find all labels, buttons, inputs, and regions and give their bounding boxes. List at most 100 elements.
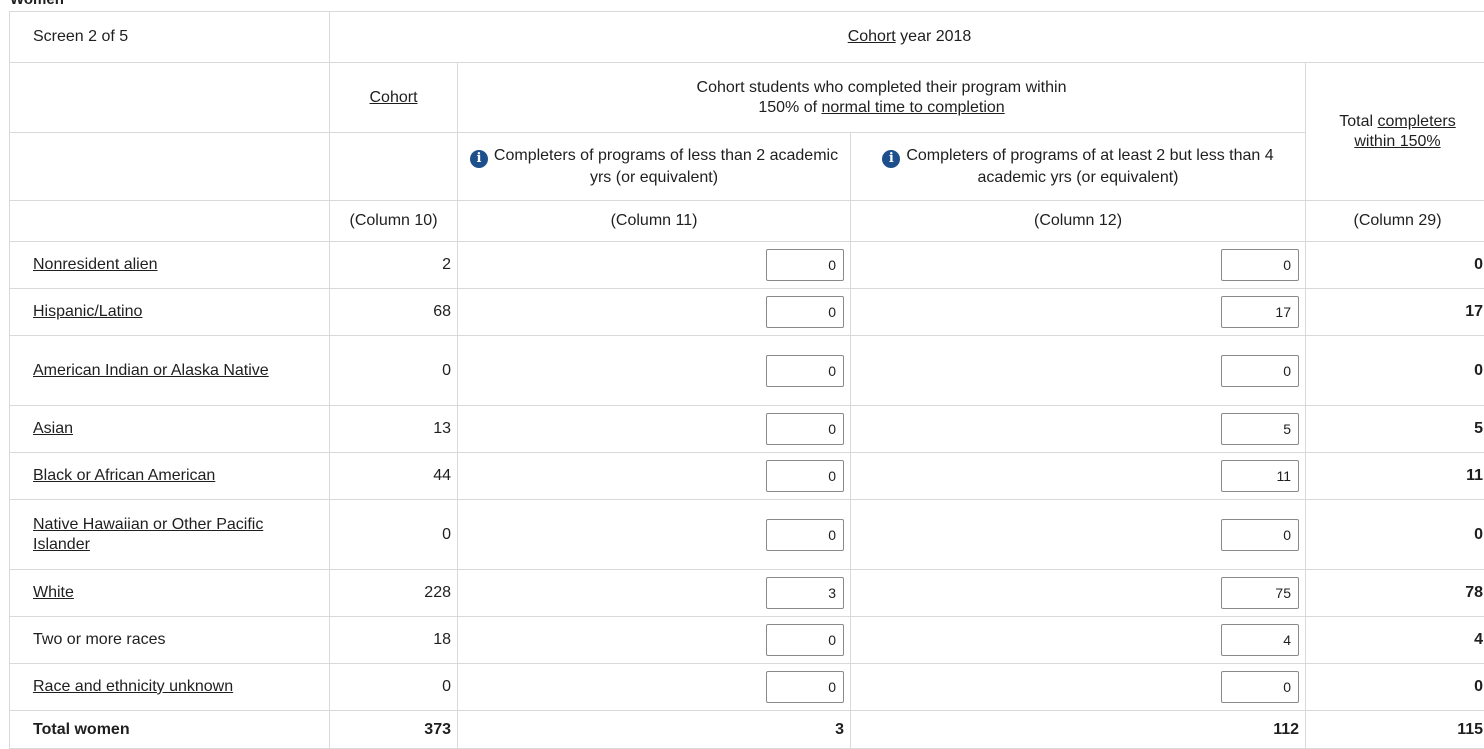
column-12-input[interactable]	[1221, 460, 1299, 492]
column-11-cell	[457, 405, 851, 453]
column-11-cell	[457, 663, 851, 711]
total-value: 4	[1304, 616, 1484, 664]
column-11-cell	[457, 241, 851, 289]
cohort-year-header: Cohort year 2018	[328, 11, 1484, 63]
column-11-input[interactable]	[766, 624, 844, 656]
empty-header-cell	[9, 200, 330, 242]
table-row: American Indian or Alaska Native 0 0	[9, 335, 1484, 406]
row-label-cell: White	[9, 569, 330, 617]
column-11-cell	[457, 335, 851, 406]
column-12-cell	[850, 499, 1306, 570]
cohort-value: 68	[329, 288, 458, 336]
row-label-cell: Asian	[9, 405, 330, 453]
total-value: 11	[1304, 452, 1484, 500]
race-ethnicity-label[interactable]: Race and ethnicity unknown	[33, 678, 233, 695]
column-11-input[interactable]	[766, 671, 844, 703]
completed-line-1: Cohort students who completed their prog…	[696, 78, 1067, 96]
race-ethnicity-label[interactable]: White	[33, 584, 74, 601]
column-12-cell	[850, 616, 1306, 664]
race-ethnicity-label[interactable]: Asian	[33, 420, 73, 437]
info-icon[interactable]: i	[882, 149, 901, 168]
total-value: 0	[1304, 335, 1484, 406]
table-row: Nonresident alien 2 0	[9, 241, 1484, 289]
cohort-value: 44	[329, 452, 458, 500]
cohort-link[interactable]: Cohort	[848, 28, 896, 45]
column-12-cell	[850, 405, 1306, 453]
cohort-value: 13	[329, 405, 458, 453]
column-11-cell	[457, 499, 851, 570]
race-ethnicity-label[interactable]: Native Hawaiian or Other Pacific Islande…	[33, 516, 263, 553]
column-29-label: (Column 29)	[1304, 200, 1484, 242]
section-title: Women	[10, 0, 64, 8]
cohort-value: 0	[329, 499, 458, 570]
total-value: 0	[1304, 663, 1484, 711]
cohort-value: 0	[329, 663, 458, 711]
less-than-2-label: Completers of programs of less than 2 ac…	[493, 146, 839, 186]
total-value: 0	[1304, 241, 1484, 289]
column-10-label: (Column 10)	[329, 200, 458, 242]
empty-header-cell	[329, 132, 458, 201]
within-150-link[interactable]: within 150%	[1354, 133, 1440, 150]
column-11-cell	[457, 569, 851, 617]
cohort-col-header: Cohort	[329, 62, 458, 133]
2-to-4-header: i Completers of programs of at least 2 bu…	[850, 132, 1306, 201]
row-label-cell: American Indian or Alaska Native	[9, 335, 330, 406]
column-12-cell	[850, 452, 1306, 500]
column-11-input[interactable]	[766, 577, 844, 609]
column-12-input[interactable]	[1221, 249, 1299, 281]
table-row: Two or more races 18 4	[9, 616, 1484, 664]
column-11-cell	[457, 288, 851, 336]
race-ethnicity-label[interactable]: Black or African American	[33, 467, 215, 484]
cohort-value: 0	[329, 335, 458, 406]
table-row: Race and ethnicity unknown 0 0	[9, 663, 1484, 711]
normal-time-link[interactable]: normal time to completion	[821, 99, 1004, 116]
totals-cohort: 373	[329, 710, 458, 749]
column-number-row: (Column 10) (Column 11) (Column 12) (Col…	[9, 200, 1484, 242]
completers-link[interactable]: completers	[1378, 113, 1456, 130]
column-11-label: (Column 11)	[457, 200, 851, 242]
column-12-input[interactable]	[1221, 577, 1299, 609]
column-12-input[interactable]	[1221, 671, 1299, 703]
total-value: 78	[1304, 569, 1484, 617]
column-11-input[interactable]	[766, 249, 844, 281]
column-12-label: (Column 12)	[850, 200, 1306, 242]
cohort-value: 18	[329, 616, 458, 664]
column-11-input[interactable]	[766, 460, 844, 492]
column-12-cell	[850, 288, 1306, 336]
total-completers-header: Total completers within 150%	[1304, 62, 1484, 201]
total-prefix: Total	[1339, 112, 1378, 130]
completed-line-2: 150% of normal time to completion	[464, 98, 1299, 118]
column-12-input[interactable]	[1221, 354, 1299, 387]
row-label-cell: Two or more races	[9, 616, 330, 664]
info-icon[interactable]: i	[469, 149, 488, 168]
column-12-input[interactable]	[1221, 413, 1299, 445]
race-ethnicity-label[interactable]: Hispanic/Latino	[33, 303, 142, 320]
cohort-value: 2	[329, 241, 458, 289]
totals-column-29: 115	[1304, 710, 1484, 749]
table-row: Black or African American 44 11	[9, 452, 1484, 500]
column-11-input[interactable]	[766, 296, 844, 328]
column-12-cell	[850, 335, 1306, 406]
column-11-input[interactable]	[766, 518, 844, 551]
totals-label: Total women	[9, 710, 330, 749]
column-11-input[interactable]	[766, 413, 844, 445]
column-11-cell	[457, 616, 851, 664]
cohort-col-link[interactable]: Cohort	[369, 89, 417, 106]
screen-indicator: Screen 2 of 5	[9, 11, 330, 63]
total-value: 0	[1304, 499, 1484, 570]
column-12-input[interactable]	[1221, 296, 1299, 328]
header-row-1: Screen 2 of 5 Cohort year 2018	[9, 11, 1484, 63]
race-ethnicity-label[interactable]: Nonresident alien	[33, 256, 158, 273]
column-12-input[interactable]	[1221, 518, 1299, 551]
column-11-input[interactable]	[766, 354, 844, 387]
race-ethnicity-label[interactable]: American Indian or Alaska Native	[33, 362, 269, 379]
empty-header-cell	[9, 62, 330, 133]
column-12-input[interactable]	[1221, 624, 1299, 656]
2-to-4-label: Completers of programs of at least 2 but…	[906, 146, 1274, 186]
table-row: Native Hawaiian or Other Pacific Islande…	[9, 499, 1484, 570]
column-12-cell	[850, 569, 1306, 617]
table-row: Asian 13 5	[9, 405, 1484, 453]
totals-column-11: 3	[457, 710, 851, 749]
row-label-cell: Hispanic/Latino	[9, 288, 330, 336]
table-row: Hispanic/Latino 68 17	[9, 288, 1484, 336]
